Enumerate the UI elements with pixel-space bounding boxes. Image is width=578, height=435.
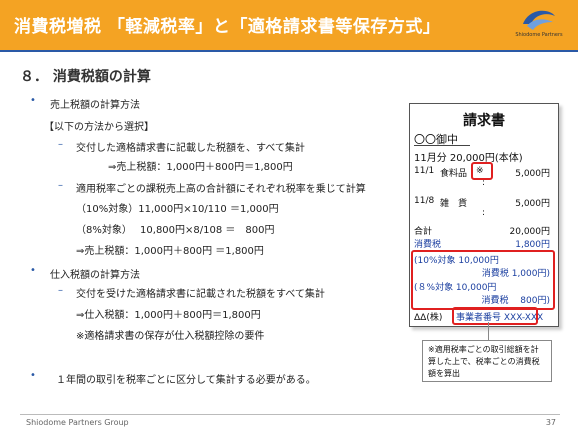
body-line-6: （10%対象）11,000円×10/110 ＝1,000円 <box>76 204 279 215</box>
body-line-12: ※適格請求書の保存が仕入税額控除の要件 <box>76 331 265 342</box>
rate8-tax: 消費税 800円) <box>481 296 550 306</box>
logo-text: Shiodome Partners <box>515 32 563 38</box>
bullet-icon: • <box>30 95 36 106</box>
callout-note: ※適用税率ごとの取引総額を計算した上で、税率ごとの消費税額を算出 <box>422 340 552 382</box>
logo-swoosh-icon <box>523 10 555 30</box>
to-underline <box>414 145 470 146</box>
body-line-5: 適用税率ごとの課税売上高の合計額にそれぞれ税率を乗じて計算 <box>76 184 366 195</box>
reg-highlight <box>452 307 538 325</box>
ellipsis-colon: : <box>482 178 486 188</box>
footer-company: Shiodome Partners Group <box>26 418 129 427</box>
bullet-icon: • <box>30 370 36 381</box>
invoice-title: 請求書 <box>463 113 505 129</box>
body-line-8: ⇒売上税額：1,000円＋800円 ＝1,800円 <box>76 246 264 257</box>
dash-icon: – <box>58 139 63 150</box>
body-line-10: 交付を受けた適格請求書に記載された税額をすべて集計 <box>76 289 325 300</box>
footer-divider <box>20 414 560 415</box>
tax-amount: 1,800円 <box>515 240 550 250</box>
row1-item: 食料品 <box>440 169 468 179</box>
row2-date: 11/8 <box>414 196 435 206</box>
company-logo: Shiodome Partners <box>510 6 568 46</box>
body-line-3: 交付した適格請求書に記載した税額を、すべて集計 <box>76 143 305 154</box>
section-title: ８． 消費税額の計算 <box>20 69 151 85</box>
row2-amount: 5,000円 <box>515 199 550 209</box>
body-line-9: 仕入税額の計算方法 <box>50 270 140 281</box>
body-line-11: ⇒仕入税額：1,000円＋800円＝1,800円 <box>76 310 261 321</box>
total-label: 合計 <box>414 227 433 237</box>
body-line-2: 【以下の方法から選択】 <box>44 122 154 133</box>
invoice-period: 11月分 20,000円(本体) <box>414 153 523 164</box>
row1-date: 11/1 <box>414 166 435 176</box>
row1-amount: 5,000円 <box>515 169 550 179</box>
dash-icon: – <box>58 180 63 191</box>
page-number: 37 <box>545 418 556 427</box>
rate8-label: (８%対象 10,000円 <box>414 283 497 293</box>
invoice-card: 請求書 〇〇御中 11月分 20,000円(本体) 11/1 食料品 ※ 5,0… <box>409 103 559 327</box>
tax-label: 消費税 <box>414 240 442 250</box>
header-divider <box>0 50 578 52</box>
callout-connector <box>488 322 489 340</box>
bullet-icon: • <box>30 265 36 276</box>
rate10-tax: 消費税 1,000円) <box>481 269 550 279</box>
rate10-label: (10%対象 10,000円 <box>414 256 499 266</box>
row2-item: 雑 貨 <box>440 199 468 209</box>
total-amount: 20,000円 <box>509 227 551 237</box>
dash-icon: – <box>58 285 63 296</box>
body-line-4: ⇒売上税額：1,000円＋800円＝1,800円 <box>108 162 293 173</box>
issuer-company: ΔΔ(株) <box>414 313 443 323</box>
title-bar: 消費税増税 「軽減税率」と「適格請求書等保存方式」 Shiodome Partn… <box>0 0 578 50</box>
body-line-1: 売上税額の計算方法 <box>50 100 140 111</box>
slide-title: 消費税増税 「軽減税率」と「適格請求書等保存方式」 <box>14 17 441 37</box>
body-line-13: １年間の取引を税率ごとに区分して集計する必要がある。 <box>56 375 316 386</box>
ellipsis-colon: : <box>482 208 486 218</box>
body-line-7: （8%対象） 10,800円×8/108 ＝ 800円 <box>76 225 275 236</box>
